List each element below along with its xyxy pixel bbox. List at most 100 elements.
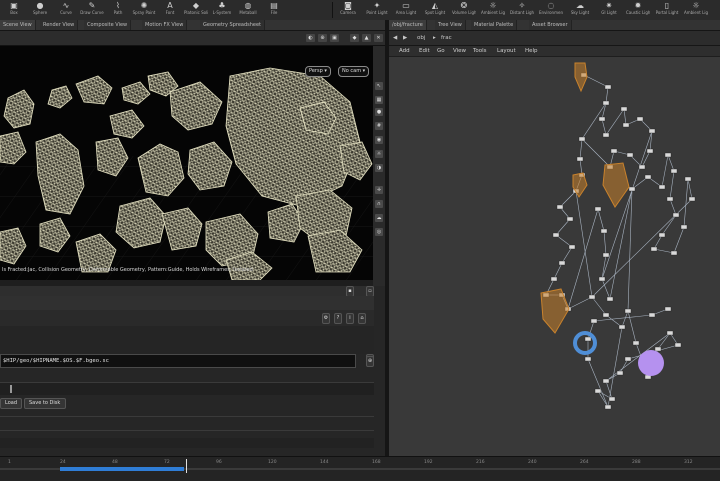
- pivot-icon[interactable]: ✛: [375, 186, 383, 194]
- node[interactable]: [666, 330, 674, 336]
- tab-render-view[interactable]: Render View: [40, 20, 79, 30]
- node[interactable]: [604, 84, 612, 90]
- volume-light-tool[interactable]: ❂ Volume Light: [452, 1, 476, 19]
- portal-light-tool[interactable]: ▯ Portal Light: [655, 1, 679, 19]
- node[interactable]: [688, 196, 696, 202]
- close-icon[interactable]: ✕: [374, 34, 383, 42]
- tab-geometry-spreadsheet[interactable]: Geometry Spreadsheet: [200, 20, 266, 30]
- node[interactable]: [604, 404, 612, 410]
- selected-node-ring[interactable]: [573, 331, 597, 355]
- display-options-icon[interactable]: ◐: [306, 34, 315, 42]
- menu-help[interactable]: Help: [525, 46, 538, 56]
- box-tool[interactable]: ▣ Box: [2, 1, 26, 19]
- node[interactable]: [608, 396, 616, 402]
- slider-row[interactable]: [0, 382, 374, 395]
- sphere-tool[interactable]: ● Sphere: [28, 1, 52, 19]
- save-to-disk-button[interactable]: Save to Disk: [24, 398, 66, 409]
- camera-tool[interactable]: ◙ Camera: [336, 1, 360, 19]
- node[interactable]: [620, 106, 628, 112]
- font-tool[interactable]: A Font: [158, 1, 182, 19]
- node[interactable]: [664, 152, 672, 158]
- sky-light-tool[interactable]: ☁ Sky Light: [568, 1, 592, 19]
- node[interactable]: [680, 224, 688, 230]
- browse-icon[interactable]: ⊕: [366, 356, 374, 367]
- node[interactable]: [658, 232, 666, 238]
- node[interactable]: [618, 324, 626, 330]
- point-light-tool[interactable]: ✦ Point Light: [365, 1, 389, 19]
- node[interactable]: [646, 148, 654, 154]
- node[interactable]: [588, 294, 596, 300]
- spray-paint-tool[interactable]: ✺ Spray Paint: [132, 1, 156, 19]
- menu-go[interactable]: Go: [437, 46, 445, 56]
- menu-layout[interactable]: Layout: [497, 46, 516, 56]
- shading-mode-icon[interactable]: ◎: [375, 228, 383, 236]
- subnet-node-large[interactable]: [602, 162, 630, 208]
- tab-asset-browser[interactable]: Asset Browser: [529, 20, 572, 30]
- output-path-field[interactable]: $HIP/geo/$HIPNAME.$OS.$F.bgeo.sc: [0, 354, 356, 368]
- info-icon[interactable]: i: [346, 313, 354, 324]
- draw-curve-tool[interactable]: ✎ Draw Curve: [80, 1, 104, 19]
- node[interactable]: [648, 312, 656, 318]
- subnet-node-top[interactable]: [574, 62, 588, 93]
- node[interactable]: [664, 306, 672, 312]
- node[interactable]: [610, 148, 618, 154]
- node[interactable]: [636, 116, 644, 122]
- node[interactable]: [644, 174, 652, 180]
- node[interactable]: [632, 340, 640, 346]
- pin-icon[interactable]: ▲: [362, 34, 371, 42]
- curve-tool[interactable]: ∿ Curve: [54, 1, 78, 19]
- lock-icon[interactable]: ◆: [350, 34, 359, 42]
- path-segment-node[interactable]: frac: [441, 31, 452, 45]
- tab-motion-fx-view[interactable]: Motion FX View: [142, 20, 188, 30]
- node[interactable]: [550, 276, 558, 282]
- gear-icon[interactable]: ⚙: [322, 313, 330, 324]
- shadow-icon[interactable]: ◑: [375, 164, 383, 172]
- node[interactable]: [628, 186, 636, 192]
- node[interactable]: [654, 346, 662, 352]
- light-icon[interactable]: ☼: [375, 150, 383, 158]
- node[interactable]: [622, 122, 630, 128]
- distant-light-tool[interactable]: ✧ Distant Light: [510, 1, 534, 19]
- tab-material-palette[interactable]: Material Palette: [471, 20, 518, 30]
- node[interactable]: [594, 206, 602, 212]
- back-icon[interactable]: ◀: [393, 31, 397, 45]
- l-system-tool[interactable]: ♣ L-System: [210, 1, 234, 19]
- node[interactable]: [684, 176, 692, 182]
- network-editor[interactable]: [389, 57, 720, 456]
- node[interactable]: [558, 260, 566, 266]
- help-icon[interactable]: ?: [334, 313, 342, 324]
- node[interactable]: [670, 250, 678, 256]
- load-button[interactable]: Load: [0, 398, 22, 409]
- platonic-tool[interactable]: ◆Platonic Solids: [184, 1, 208, 19]
- node[interactable]: [584, 336, 592, 342]
- node[interactable]: [624, 308, 632, 314]
- spot-light-tool[interactable]: ◭ Spot Light: [423, 1, 447, 19]
- node[interactable]: [666, 196, 674, 202]
- node[interactable]: [616, 370, 624, 376]
- node[interactable]: [602, 378, 610, 384]
- node[interactable]: [552, 232, 560, 238]
- node[interactable]: [556, 204, 564, 210]
- node[interactable]: [672, 212, 680, 218]
- node[interactable]: [602, 100, 610, 106]
- tab-composite-view[interactable]: Composite View: [84, 20, 132, 30]
- camera-menu[interactable]: No cam ▾: [338, 66, 370, 77]
- node[interactable]: [584, 356, 592, 362]
- caustic-light-tool[interactable]: ✹ Caustic Light: [626, 1, 650, 19]
- metaball-tool[interactable]: ◍ Metaball: [236, 1, 260, 19]
- node[interactable]: [638, 164, 646, 170]
- menu-view[interactable]: View: [453, 46, 466, 56]
- sticky-node-circle[interactable]: [638, 350, 664, 376]
- env-light-tool[interactable]: ◌Environment Light: [539, 1, 563, 19]
- node[interactable]: [598, 276, 606, 282]
- gi-light-tool[interactable]: ✷ GI Light: [597, 1, 621, 19]
- snap-icon[interactable]: ⊕: [318, 34, 327, 42]
- forward-icon[interactable]: ▶: [403, 31, 407, 45]
- tab-tree-view[interactable]: Tree View: [435, 20, 466, 30]
- node[interactable]: [648, 128, 656, 134]
- node[interactable]: [568, 244, 576, 250]
- node[interactable]: [590, 318, 598, 324]
- node[interactable]: [576, 156, 584, 162]
- perspective-menu[interactable]: Persp ▾: [305, 66, 331, 77]
- path-segment-obj[interactable]: obj: [417, 31, 425, 45]
